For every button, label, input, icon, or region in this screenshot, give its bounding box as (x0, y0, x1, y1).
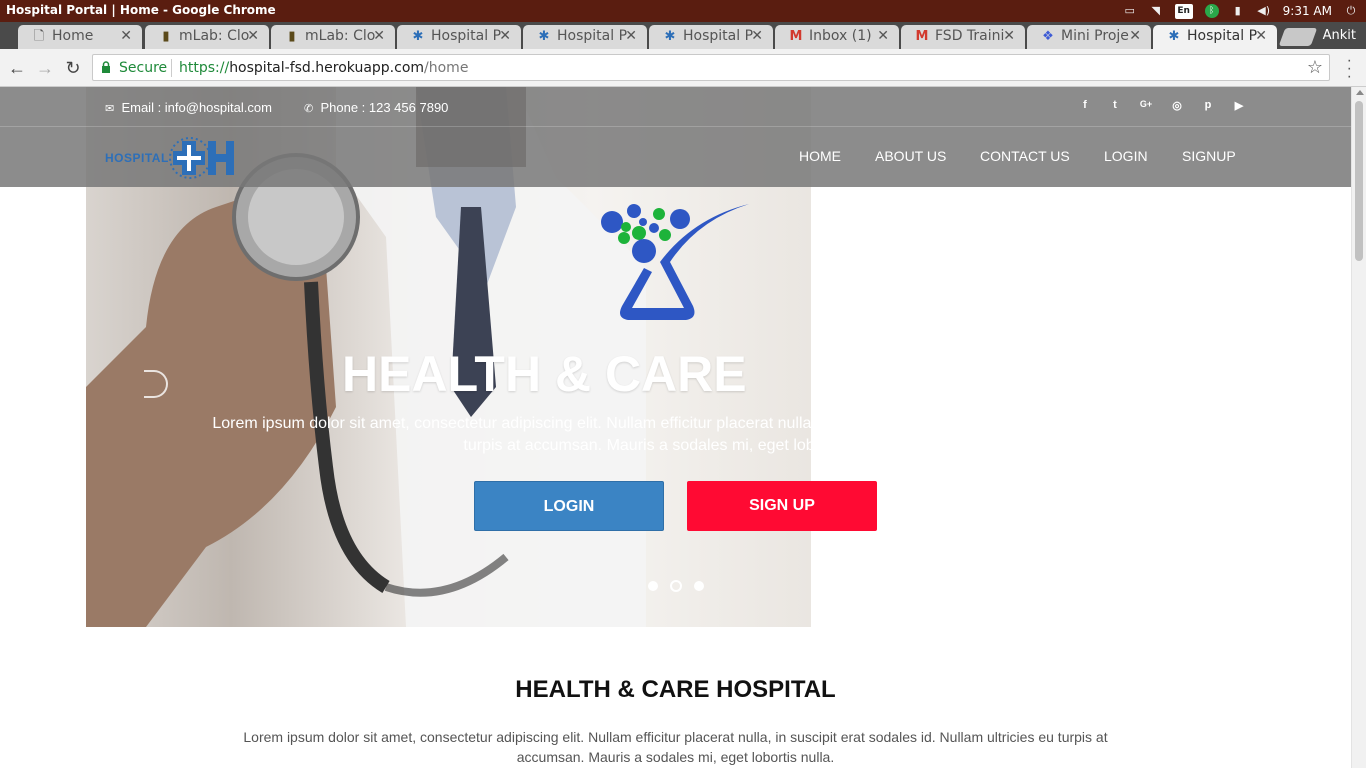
hospital-logo-icon[interactable] (168, 133, 236, 183)
url-host: hospital-fsd.herokuapp.com (229, 60, 425, 76)
logo-text[interactable]: HOSPITAL (105, 151, 169, 165)
browser-tab[interactable]: ▮ mLab: Clo ✕ (271, 25, 395, 49)
phone-contact: ✆ Phone : 123 456 7890 (304, 100, 448, 115)
section-title: HEALTH & CARE HOSPITAL (515, 676, 836, 703)
page-icon: 🗋 (33, 29, 45, 44)
bookmark-star-icon[interactable]: ☆ (1307, 57, 1323, 78)
nav-signup[interactable]: SIGNUP (1182, 148, 1236, 164)
hero-title: HEALTH & CARE (342, 346, 747, 402)
url-scheme: https:// (179, 60, 230, 76)
contact-bar: ✉ Email : info@hospital.com ✆ Phone : 12… (0, 87, 1351, 127)
gmail-icon: M (789, 29, 803, 44)
os-title-bar: Hospital Portal | Home - Google Chrome ▭… (0, 0, 1366, 22)
hero-description: Lorem ipsum dolor sit amet, consectetur … (212, 415, 1139, 454)
close-tab-icon[interactable]: ✕ (1003, 28, 1015, 44)
close-tab-icon[interactable]: ✕ (373, 28, 385, 44)
close-tab-icon[interactable]: ✕ (247, 28, 259, 44)
close-tab-icon[interactable]: ✕ (751, 28, 763, 44)
hospital-favicon: ✱ (538, 29, 550, 44)
dropbox-icon: ❖ (1042, 29, 1054, 44)
close-tab-icon[interactable]: ✕ (625, 28, 637, 44)
battery-icon[interactable]: ▮ (1231, 4, 1245, 18)
address-bar[interactable]: Secure https://hospital-fsd.herokuapp.co… (92, 54, 1330, 81)
carousel-dot[interactable] (694, 581, 704, 591)
url-path: /home (424, 60, 469, 76)
browser-menu-icon[interactable]: · · · (1347, 53, 1352, 85)
page-scrollbar[interactable] (1351, 87, 1366, 768)
nav-home[interactable]: HOME (799, 148, 841, 164)
close-tab-icon[interactable]: ✕ (499, 28, 511, 44)
email-contact: ✉ Email : info@hospital.com (105, 100, 272, 115)
instagram-icon[interactable]: ◎ (1170, 99, 1184, 112)
browser-tab[interactable]: ✱ Hospital P ✕ (649, 25, 773, 49)
scrollbar-thumb[interactable] (1355, 101, 1363, 261)
close-tab-icon[interactable]: ✕ (1129, 28, 1141, 44)
gmail-icon: M (915, 29, 929, 44)
toolbar: ← → ↻ Secure https://hospital-fsd.heroku… (0, 49, 1366, 87)
browser-tab[interactable]: ❖ Mini Proje ✕ (1027, 25, 1151, 49)
tab-strip: 🗋 Home ✕ ▮ mLab: Clo ✕ ▮ mLab: Clo ✕ ✱ H… (0, 22, 1366, 49)
window-title: Hospital Portal | Home - Google Chrome (6, 3, 276, 17)
system-tray: ▭ ◥ En ᛒ ▮ ◀) 9:31 AM ⏻ (1123, 2, 1358, 20)
mlab-icon: ▮ (288, 29, 296, 44)
section-description: Lorem ipsum dolor sit amet, consectetur … (243, 729, 1108, 765)
hospital-favicon: ✱ (412, 29, 424, 44)
signup-button[interactable]: SIGN UP (687, 481, 877, 531)
envelope-icon: ✉ (105, 103, 115, 115)
clock[interactable]: 9:31 AM (1283, 4, 1332, 18)
screen-icon[interactable]: ▭ (1123, 4, 1137, 18)
pinterest-icon[interactable]: p (1201, 99, 1215, 111)
facebook-icon[interactable]: f (1078, 99, 1092, 111)
secure-label: Secure (119, 60, 168, 76)
profile-name[interactable]: Ankit (1323, 28, 1356, 43)
browser-tab[interactable]: ▮ mLab: Clo ✕ (145, 25, 269, 49)
email-text: Email : info@hospital.com (121, 100, 272, 115)
bluetooth-icon[interactable]: ᛒ (1204, 4, 1219, 18)
browser-tab[interactable]: M Inbox (1) ✕ (775, 25, 899, 49)
browser-tab[interactable]: M FSD Traini ✕ (901, 25, 1025, 49)
nav-contact-us[interactable]: CONTACT US (980, 148, 1070, 164)
new-tab-button[interactable] (1278, 28, 1318, 46)
browser-tab[interactable]: ✱ Hospital P ✕ (523, 25, 647, 49)
power-icon[interactable]: ⏻ (1344, 4, 1358, 18)
youtube-icon[interactable]: ▶ (1232, 99, 1246, 112)
wifi-icon[interactable]: ◥ (1149, 4, 1163, 18)
scroll-up-arrow[interactable] (1356, 90, 1364, 95)
page-viewport: ✉ Email : info@hospital.com ✆ Phone : 12… (0, 87, 1351, 768)
nav-about-us[interactable]: ABOUT US (875, 148, 946, 164)
url-text[interactable]: https://hospital-fsd.herokuapp.com/home (179, 60, 468, 76)
mlab-icon: ▮ (162, 29, 170, 44)
forward-button[interactable]: → (34, 57, 56, 79)
divider (171, 59, 172, 77)
hospital-favicon: ✱ (1168, 29, 1180, 44)
main-navbar: HOSPITAL HOME ABOUT US CONTACT US LOGIN … (0, 127, 1351, 187)
login-button[interactable]: LOGIN (474, 481, 664, 531)
browser-tab-active[interactable]: ✱ Hospital P ✕ (1153, 25, 1277, 49)
back-button[interactable]: ← (6, 57, 28, 79)
carousel-dot-active[interactable] (670, 580, 682, 592)
nav-login[interactable]: LOGIN (1104, 148, 1148, 164)
browser-tab[interactable]: 🗋 Home ✕ (18, 25, 142, 49)
browser-tab[interactable]: ✱ Hospital P ✕ (397, 25, 521, 49)
volume-icon[interactable]: ◀) (1257, 4, 1271, 18)
lock-icon (102, 61, 110, 73)
brand-logo-icon (601, 204, 749, 320)
close-tab-icon[interactable]: ✕ (1255, 28, 1267, 44)
close-tab-icon[interactable]: ✕ (120, 28, 132, 44)
carousel-dot[interactable] (648, 581, 658, 591)
phone-text: Phone : 123 456 7890 (320, 100, 449, 115)
phone-icon: ✆ (304, 103, 314, 115)
reload-button[interactable]: ↻ (62, 57, 84, 79)
google-plus-icon[interactable]: G+ (1139, 99, 1153, 109)
keyboard-layout-indicator[interactable]: En (1174, 3, 1193, 19)
close-tab-icon[interactable]: ✕ (877, 28, 889, 44)
twitter-icon[interactable]: t (1108, 99, 1122, 111)
hospital-favicon: ✱ (664, 29, 676, 44)
